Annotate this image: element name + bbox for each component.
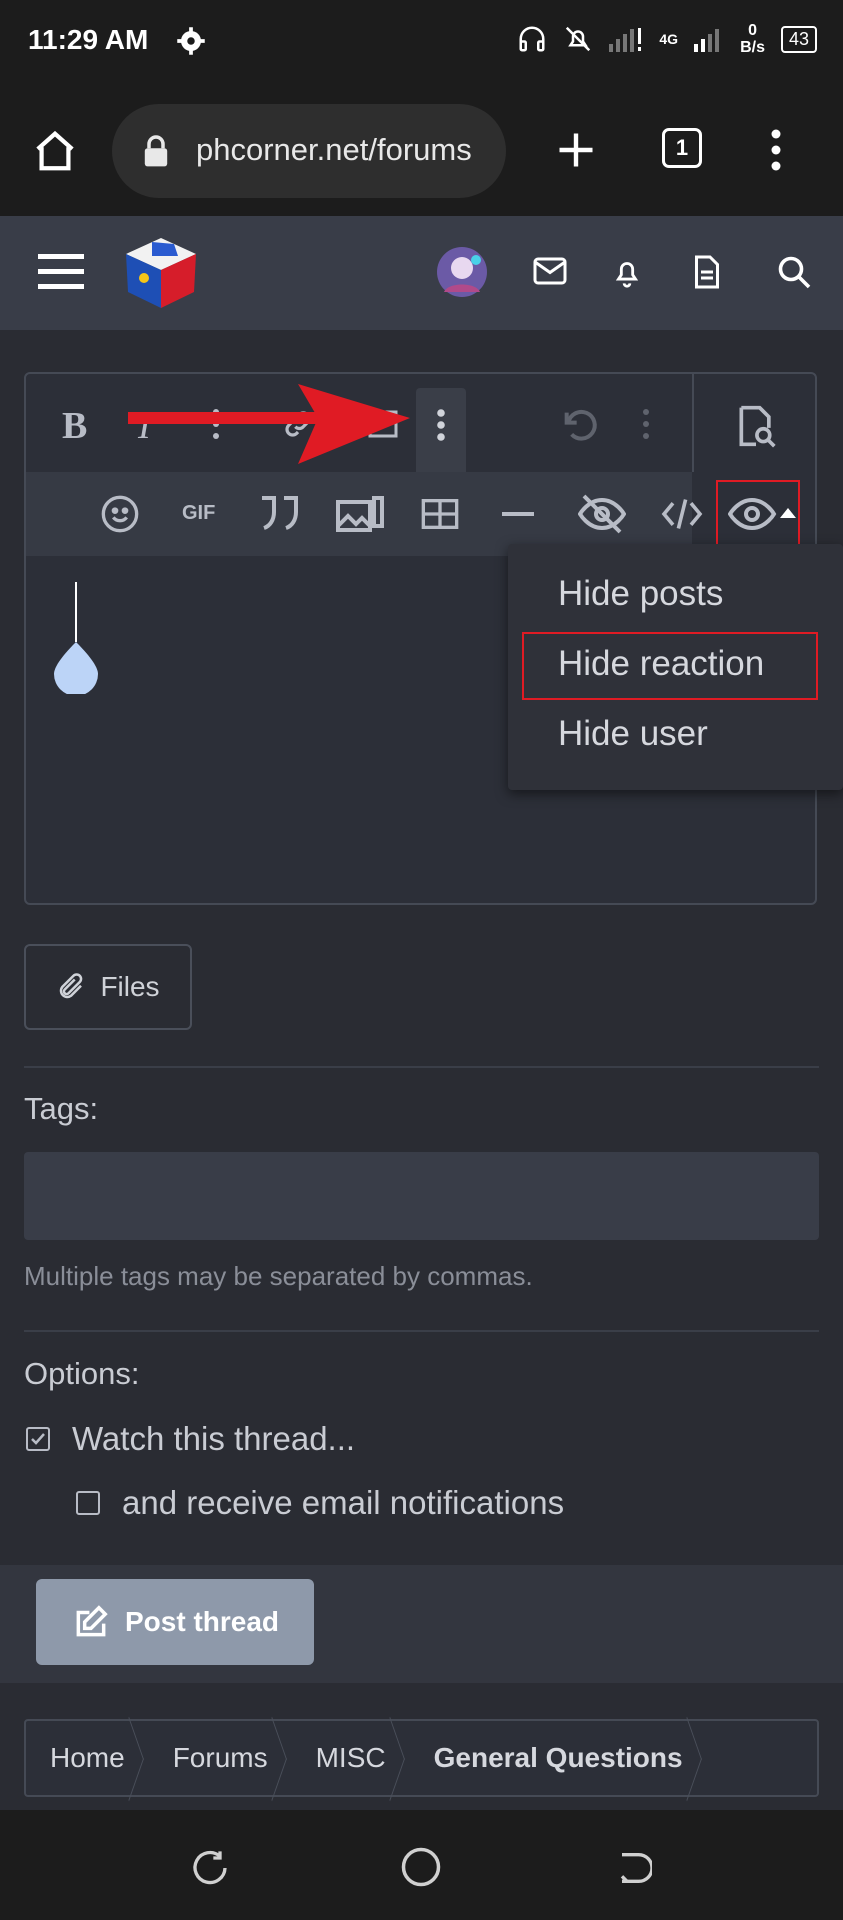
spoiler-icon[interactable] [578, 494, 626, 534]
horizontal-rule-icon[interactable] [502, 512, 534, 516]
browser-toolbar: phcorner.net/forums 1 [0, 88, 843, 216]
home-nav-icon[interactable] [400, 1846, 442, 1893]
checkmark-icon [31, 1433, 45, 1445]
status-bar: 11:29 AM 4G 0 B/s 43 [0, 0, 843, 88]
signal-weak-icon [609, 28, 642, 52]
bell-muted-icon [566, 26, 591, 52]
tab-count: 1 [675, 135, 689, 160]
settings-icon [176, 26, 206, 61]
attach-files-button[interactable]: Files [24, 944, 192, 1030]
tags-label: Tags: [24, 1091, 99, 1126]
whats-new-icon[interactable] [692, 254, 722, 295]
post-thread-label: Post thread [124, 1606, 280, 1637]
status-time: 11:29 AM [28, 24, 149, 55]
hide-reaction-highlight [522, 632, 818, 700]
data-speed: 0 B/s [740, 22, 765, 56]
divider [24, 1330, 819, 1332]
dropdown-item-hide-user[interactable]: Hide user [558, 714, 708, 754]
code-icon[interactable] [660, 496, 704, 532]
toolbar-separator [692, 374, 694, 472]
bell-icon[interactable] [610, 254, 644, 295]
address-bar[interactable]: phcorner.net/forums [112, 104, 506, 198]
annotation-arrow [128, 384, 410, 469]
files-button-label: Files [100, 971, 160, 1002]
lock-icon [142, 134, 170, 173]
tab-switcher-button[interactable]: 1 [662, 128, 702, 168]
options-label: Options: [24, 1356, 140, 1391]
recent-apps-icon[interactable] [190, 1848, 230, 1893]
battery-indicator: 43 [780, 25, 817, 53]
data-speed-unit: B/s [740, 39, 765, 56]
table-icon[interactable] [420, 494, 460, 534]
home-icon[interactable] [32, 128, 78, 179]
preview-icon[interactable] [734, 404, 778, 448]
avatar[interactable] [436, 246, 488, 303]
network-type: 4G [659, 31, 679, 47]
search-icon[interactable] [776, 254, 812, 295]
watch-thread-label[interactable]: Watch this thread... [72, 1420, 355, 1458]
tags-hint: Multiple tags may be separated by commas… [24, 1261, 533, 1291]
dropdown-item-hide-posts[interactable]: Hide posts [558, 574, 723, 614]
hamburger-menu-icon[interactable] [38, 252, 84, 297]
more-history-icon[interactable] [642, 408, 650, 440]
gif-icon[interactable]: GIF [182, 502, 215, 525]
text-cursor-handle [50, 582, 102, 699]
quote-icon[interactable] [258, 494, 302, 534]
emoji-icon[interactable] [100, 494, 140, 534]
data-speed-value: 0 [748, 22, 757, 39]
url-text: phcorner.net/forums [196, 132, 472, 167]
divider [24, 1066, 819, 1068]
more-options-icon[interactable] [436, 408, 446, 442]
system-nav-bar [0, 1810, 843, 1920]
breadcrumb-forums[interactable]: Forums [149, 1721, 292, 1795]
media-icon[interactable] [336, 494, 384, 534]
back-icon[interactable] [612, 1848, 654, 1893]
breadcrumb-home[interactable]: Home [26, 1721, 149, 1795]
breadcrumb: Home Forums MISC General Questions [24, 1719, 819, 1797]
tags-input[interactable] [24, 1152, 819, 1240]
breadcrumb-misc[interactable]: MISC [292, 1721, 410, 1795]
browser-menu-icon[interactable] [770, 128, 782, 177]
inbox-icon[interactable] [532, 256, 568, 291]
breadcrumb-general-questions[interactable]: General Questions [410, 1721, 707, 1795]
status-icons: 4G 0 B/s 43 [517, 22, 817, 56]
headphones-icon [519, 26, 545, 52]
edit-icon [76, 1605, 108, 1637]
undo-icon[interactable] [560, 406, 600, 446]
site-logo[interactable] [122, 234, 200, 317]
watch-thread-checkbox[interactable] [26, 1427, 50, 1451]
form-submit-row: Post thread [0, 1565, 843, 1683]
forum-header [0, 216, 843, 330]
signal-icon [694, 29, 720, 52]
email-notifications-label[interactable]: and receive email notifications [122, 1484, 564, 1522]
paperclip-icon [60, 973, 83, 999]
new-tab-icon[interactable] [554, 128, 598, 177]
hide-options-dropdown: Hide posts Hide reaction Hide user [508, 544, 843, 790]
email-notifications-checkbox[interactable] [76, 1491, 100, 1515]
bold-icon[interactable]: B [62, 404, 87, 448]
post-thread-button[interactable]: Post thread [36, 1579, 314, 1665]
